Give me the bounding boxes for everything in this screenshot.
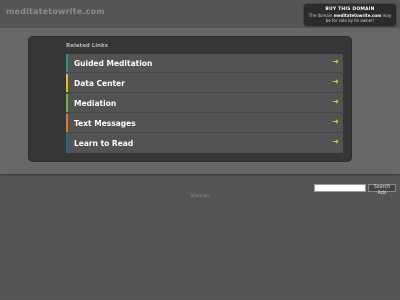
link-label[interactable]: Mediation: [74, 99, 116, 108]
link-learn-to-read[interactable]: Learn to Read ➜: [66, 134, 343, 153]
buy-domain-box[interactable]: BUY THIS DOMAIN The domain meditatetowri…: [303, 3, 397, 27]
related-links-list: Guided Meditation ➜ Data Center ➜ Mediat…: [66, 54, 343, 153]
link-divider: [66, 132, 343, 133]
right-arrow-icon[interactable]: ➜: [332, 77, 339, 86]
link-mediation[interactable]: Mediation ➜: [66, 94, 343, 113]
buy-domain-description: The domain meditatetowrite.com may be fo…: [304, 12, 396, 23]
link-accent-bar: [66, 94, 68, 113]
related-links-panel: Related Links Guided Meditation ➜ Data C…: [28, 36, 352, 162]
site-name[interactable]: meditatetowrite.com: [6, 7, 105, 16]
link-text-messages[interactable]: Text Messages ➜: [66, 114, 343, 133]
link-accent-bar: [66, 74, 68, 93]
link-divider: [66, 92, 343, 93]
link-accent-bar: [66, 54, 68, 73]
related-links-title: Related Links: [66, 43, 109, 49]
link-label[interactable]: Text Messages: [74, 119, 136, 128]
search-input[interactable]: [314, 184, 366, 192]
link-accent-bar: [66, 134, 68, 153]
right-arrow-icon[interactable]: ➜: [332, 57, 339, 66]
link-label[interactable]: Guided Meditation: [74, 59, 152, 68]
link-label[interactable]: Data Center: [74, 79, 125, 88]
right-arrow-icon[interactable]: ➜: [332, 137, 339, 146]
right-arrow-icon[interactable]: ➜: [332, 97, 339, 106]
search-ads-button[interactable]: Search Ads: [368, 184, 396, 196]
link-guided-meditation[interactable]: Guided Meditation ➜: [66, 54, 343, 73]
right-arrow-icon[interactable]: ➜: [332, 117, 339, 126]
link-divider: [66, 72, 343, 73]
link-divider: [66, 112, 343, 113]
link-accent-bar: [66, 114, 68, 133]
search-area: Search Ads: [314, 184, 396, 196]
sitemaps-link[interactable]: Sitemaps: [0, 193, 400, 198]
link-data-center[interactable]: Data Center ➜: [66, 74, 343, 93]
link-label[interactable]: Learn to Read: [74, 139, 133, 148]
